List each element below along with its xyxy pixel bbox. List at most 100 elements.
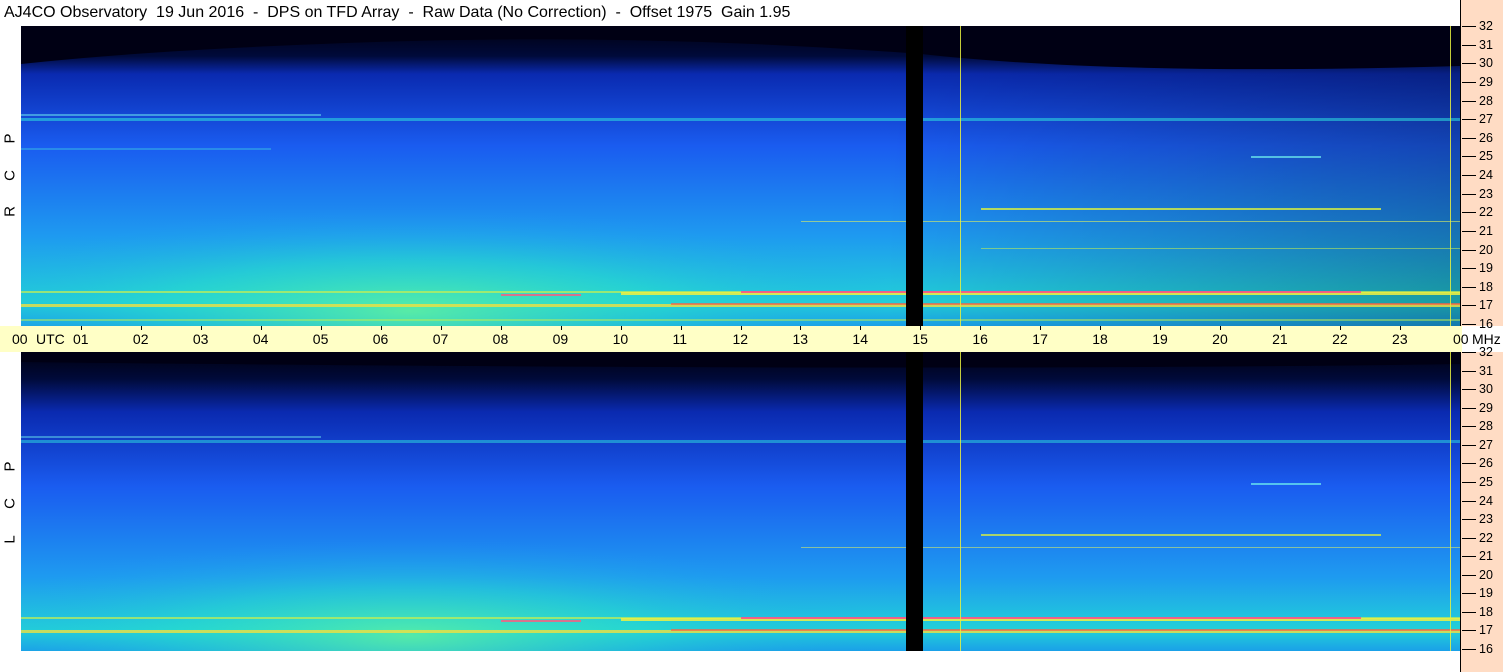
- freq-axis-tick: [1462, 537, 1476, 539]
- polarization-letter: C: [1, 497, 19, 509]
- hour-label: 06: [372, 331, 389, 347]
- hour-label: 20: [1212, 331, 1228, 347]
- polarization-letter: P: [1, 461, 19, 472]
- time-axis-tick: [920, 326, 922, 330]
- hour-label: 11: [672, 331, 688, 347]
- freq-axis-tick: [1462, 81, 1476, 83]
- freq-label: 17: [1479, 298, 1493, 313]
- freq-label: 23: [1479, 186, 1493, 201]
- hour-label: 04: [252, 331, 269, 347]
- hour-label: 07: [432, 331, 449, 347]
- freq-label: 31: [1479, 363, 1493, 378]
- time-axis-tick: [140, 326, 142, 330]
- freq-axis-tick: [1462, 500, 1476, 502]
- time-axis-tick: [1040, 326, 1042, 330]
- freq-label: 32: [1479, 19, 1493, 33]
- freq-axis-tick: [1462, 630, 1476, 632]
- hour-label: 10: [612, 331, 629, 347]
- freq-label: 16: [1479, 317, 1493, 331]
- hour-label: 13: [792, 331, 809, 347]
- polarization-letter: P: [1, 133, 19, 144]
- hour-label: 05: [312, 331, 329, 347]
- freq-label: 23: [1479, 512, 1493, 527]
- freq-axis-tick: [1462, 119, 1476, 121]
- hour-label: 19: [1152, 331, 1168, 347]
- freq-label: 26: [1479, 456, 1493, 471]
- freq-label: 31: [1479, 37, 1493, 52]
- time-axis-tick: [680, 326, 682, 330]
- freq-axis-tick: [1462, 611, 1476, 613]
- time-axis-tick: [1160, 326, 1162, 330]
- time-axis-tick: [1220, 326, 1222, 330]
- freq-axis-tick: [1462, 26, 1476, 27]
- lcp-label: P C L: [0, 458, 20, 548]
- hour-label: 17: [1032, 331, 1048, 347]
- utc-label: UTC: [36, 331, 65, 347]
- freq-label: 28: [1479, 419, 1493, 434]
- time-axis-tick: [1100, 326, 1102, 330]
- hour-label: 16: [972, 331, 988, 347]
- time-axis-tick: [560, 326, 562, 330]
- hour-label: 23: [1392, 331, 1408, 347]
- time-end-label: 00: [1453, 331, 1469, 347]
- freq-label: 30: [1479, 382, 1493, 397]
- lcp-spectrogram-image: [21, 352, 1460, 651]
- freq-label: 24: [1479, 168, 1493, 182]
- freq-label: 25: [1479, 149, 1493, 164]
- polarization-letter: R: [1, 206, 19, 217]
- freq-label: 24: [1479, 493, 1493, 508]
- hour-label: 01: [72, 331, 89, 347]
- freq-label: 20: [1479, 242, 1493, 257]
- lcp-spectrogram[interactable]: [21, 352, 1460, 651]
- freq-label: 20: [1479, 567, 1493, 582]
- hour-label: 12: [732, 331, 749, 347]
- time-axis-tick: [380, 326, 382, 330]
- time-axis-tick: [740, 326, 742, 330]
- freq-axis-tick: [1462, 230, 1476, 232]
- lcp-frequency-axis: 32 31 30 29 28 27 26 25 24 23 22 21 20 19 18 17 16: [1460, 345, 1503, 672]
- freq-axis-tick: [1462, 352, 1476, 353]
- axis-line: [1460, 0, 1461, 326]
- time-axis-tick: [1400, 326, 1402, 330]
- freq-label: 29: [1479, 74, 1493, 89]
- freq-axis-tick: [1462, 305, 1476, 307]
- freq-label: 19: [1479, 586, 1493, 601]
- hour-label: 21: [1272, 331, 1288, 347]
- freq-axis-tick: [1462, 593, 1476, 595]
- freq-axis-tick: [1462, 193, 1476, 195]
- freq-axis-tick: [1462, 100, 1476, 102]
- time-start-label: 00: [12, 331, 28, 347]
- freq-label: 21: [1479, 223, 1493, 238]
- freq-label: 28: [1479, 93, 1493, 108]
- time-axis-tick: [1340, 326, 1342, 330]
- freq-axis-tick: [1462, 249, 1476, 251]
- time-axis-tick: [500, 326, 502, 330]
- freq-axis-tick: [1462, 44, 1476, 46]
- freq-axis-tick: [1462, 519, 1476, 521]
- freq-label: 16: [1479, 642, 1493, 656]
- freq-label: 27: [1479, 112, 1493, 127]
- hour-label: 02: [132, 331, 149, 347]
- time-axis-tick: [440, 326, 442, 330]
- hour-label: 08: [492, 331, 509, 347]
- time-axis-tick: [320, 326, 322, 330]
- polarization-letter: C: [1, 169, 19, 181]
- freq-axis-tick: [1462, 649, 1476, 650]
- freq-label: 17: [1479, 623, 1493, 638]
- hour-label: 15: [912, 331, 928, 347]
- freq-axis-tick: [1462, 481, 1476, 483]
- freq-axis-tick: [1462, 463, 1476, 465]
- time-axis-tick: [980, 326, 982, 330]
- hour-label: 14: [852, 331, 868, 347]
- freq-label: 30: [1479, 56, 1493, 71]
- freq-axis-tick: [1462, 63, 1476, 65]
- freq-label: 32: [1479, 345, 1493, 359]
- freq-axis-tick: [1462, 212, 1476, 214]
- freq-axis-tick: [1462, 137, 1476, 139]
- freq-axis-tick: [1462, 574, 1476, 576]
- rcp-spectrogram[interactable]: [21, 26, 1460, 326]
- window-title: AJ4CO Observatory 19 Jun 2016 - DPS on T…: [4, 4, 791, 21]
- rcp-spectrogram-image: [21, 26, 1460, 326]
- freq-axis-tick: [1462, 268, 1476, 270]
- polarization-letter: L: [1, 535, 19, 544]
